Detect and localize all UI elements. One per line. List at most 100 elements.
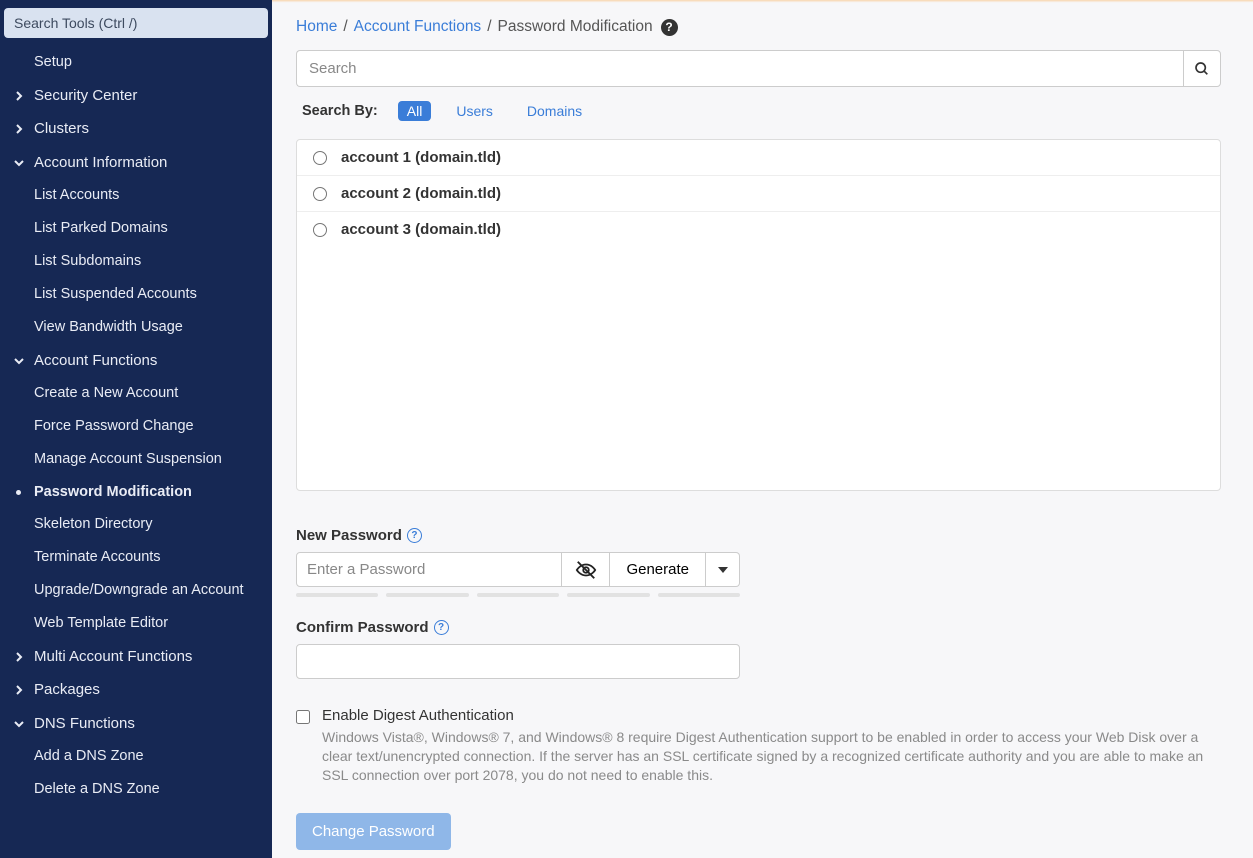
sidebar-scroll[interactable]: Setup Security Center Clusters Account Info… [0,46,272,858]
sidebar-item-label: Add a DNS Zone [34,748,144,764]
account-label: account 1 (domain.tld) [341,149,501,166]
account-radio[interactable] [313,223,327,237]
eye-off-icon [575,559,597,581]
toggle-visibility-button[interactable] [562,552,610,587]
sidebar-item-manage-account-suspension[interactable]: Manage Account Suspension [0,443,272,476]
sidebar-item-setup[interactable]: Setup [0,46,272,79]
sidebar-item-account-functions[interactable]: Account Functions [0,344,272,378]
account-row[interactable]: account 1 (domain.tld) [297,140,1220,176]
sidebar-item-view-bandwidth-usage[interactable]: View Bandwidth Usage [0,311,272,344]
confirm-password-input[interactable] [296,644,740,679]
sidebar-item-account-information[interactable]: Account Information [0,146,272,180]
help-icon[interactable]: ? [407,528,422,543]
new-password-input[interactable] [296,552,562,587]
sidebar-item-multi-account-functions[interactable]: Multi Account Functions [0,640,272,674]
sidebar-item-label: List Accounts [34,187,119,203]
sidebar-item-list-accounts[interactable]: List Accounts [0,179,272,212]
confirm-password-label: Confirm Password [296,619,429,636]
sidebar-item-label: Clusters [34,120,89,137]
chevron-right-icon [13,682,25,694]
account-radio[interactable] [313,151,327,165]
top-accent-bar [272,0,1253,3]
sidebar-item-list-parked-domains[interactable]: List Parked Domains [0,212,272,245]
help-icon[interactable]: ? [661,19,678,36]
sidebar-item-force-password-change[interactable]: Force Password Change [0,410,272,443]
sidebar-item-label: List Parked Domains [34,220,168,236]
sidebar-search-wrap [0,0,272,46]
account-label: account 3 (domain.tld) [341,221,501,238]
search-input[interactable] [296,50,1183,87]
digest-auth-checkbox[interactable] [296,710,310,724]
main-content: Home / Account Functions / Password Modi… [272,0,1253,858]
search-icon [1194,61,1210,77]
sidebar-item-label: Setup [34,54,72,70]
sidebar-item-password-modification[interactable]: Password Modification [0,476,272,509]
sidebar-item-label: List Suspended Accounts [34,286,197,302]
sidebar-item-label: Password Modification [34,484,192,500]
breadcrumb: Home / Account Functions / Password Modi… [296,0,1221,50]
generate-options-button[interactable] [706,552,740,587]
account-row[interactable]: account 2 (domain.tld) [297,176,1220,212]
sidebar: Setup Security Center Clusters Account Info… [0,0,272,858]
caret-down-icon [718,565,728,575]
sidebar-item-label: View Bandwidth Usage [34,319,183,335]
sidebar-item-clusters[interactable]: Clusters [0,112,272,146]
sidebar-item-create-a-new-account[interactable]: Create a New Account [0,377,272,410]
sidebar-item-label: Skeleton Directory [34,516,152,532]
digest-auth-block: Enable Digest Authentication Windows Vis… [296,707,1221,785]
breadcrumb-sep: / [487,18,491,36]
digest-auth-title: Enable Digest Authentication [322,707,1212,724]
sidebar-item-label: DNS Functions [34,715,135,732]
sidebar-item-label: Account Information [34,154,167,171]
password-strength-meter [296,593,740,597]
sidebar-item-web-template-editor[interactable]: Web Template Editor [0,607,272,640]
sidebar-item-label: Multi Account Functions [34,648,192,665]
breadcrumb-home[interactable]: Home [296,18,337,36]
accounts-list[interactable]: account 1 (domain.tld) account 2 (domain.… [296,139,1221,491]
search-by-label: Search By: [302,103,378,119]
search-row [296,50,1221,87]
search-button[interactable] [1183,50,1221,87]
account-row[interactable]: account 3 (domain.tld) [297,212,1220,247]
account-radio[interactable] [313,187,327,201]
chevron-right-icon [13,88,25,100]
active-dot-icon [16,490,21,495]
sidebar-item-dns-functions[interactable]: DNS Functions [0,707,272,741]
breadcrumb-sep: / [343,18,347,36]
chevron-right-icon [13,649,25,661]
sidebar-item-list-subdomains[interactable]: List Subdomains [0,245,272,278]
sidebar-item-label: Terminate Accounts [34,549,161,565]
filter-all[interactable]: All [398,101,432,121]
breadcrumb-current: Password Modification [498,18,653,36]
sidebar-item-delete-a-dns-zone[interactable]: Delete a DNS Zone [0,773,272,806]
sidebar-item-add-a-dns-zone[interactable]: Add a DNS Zone [0,740,272,773]
new-password-label: New Password [296,527,402,544]
sidebar-item-security-center[interactable]: Security Center [0,79,272,113]
sidebar-item-label: Force Password Change [34,418,194,434]
chevron-down-icon [13,353,25,365]
sidebar-item-label: Create a New Account [34,385,178,401]
breadcrumb-section[interactable]: Account Functions [354,18,482,36]
digest-auth-description: Windows Vista®, Windows® 7, and Windows®… [322,728,1212,785]
generate-password-button[interactable]: Generate [610,552,706,587]
sidebar-search-input[interactable] [4,8,268,38]
filter-users[interactable]: Users [447,101,502,121]
help-icon[interactable]: ? [434,620,449,635]
change-password-button[interactable]: Change Password [296,813,451,850]
sidebar-item-packages[interactable]: Packages [0,673,272,707]
sidebar-item-label: List Subdomains [34,253,141,269]
chevron-right-icon [13,121,25,133]
sidebar-item-list-suspended-accounts[interactable]: List Suspended Accounts [0,278,272,311]
sidebar-item-label: Packages [34,681,100,698]
sidebar-item-upgrade-downgrade-an-account[interactable]: Upgrade/Downgrade an Account [0,574,272,607]
sidebar-item-skeleton-directory[interactable]: Skeleton Directory [0,508,272,541]
sidebar-item-label: Security Center [34,87,137,104]
sidebar-item-terminate-accounts[interactable]: Terminate Accounts [0,541,272,574]
account-label: account 2 (domain.tld) [341,185,501,202]
filter-domains[interactable]: Domains [518,101,591,121]
sidebar-item-label: Delete a DNS Zone [34,781,160,797]
sidebar-item-label: Web Template Editor [34,615,168,631]
chevron-down-icon [13,155,25,167]
confirm-password-block: Confirm Password ? [296,619,1221,679]
sidebar-item-label: Upgrade/Downgrade an Account [34,582,244,598]
